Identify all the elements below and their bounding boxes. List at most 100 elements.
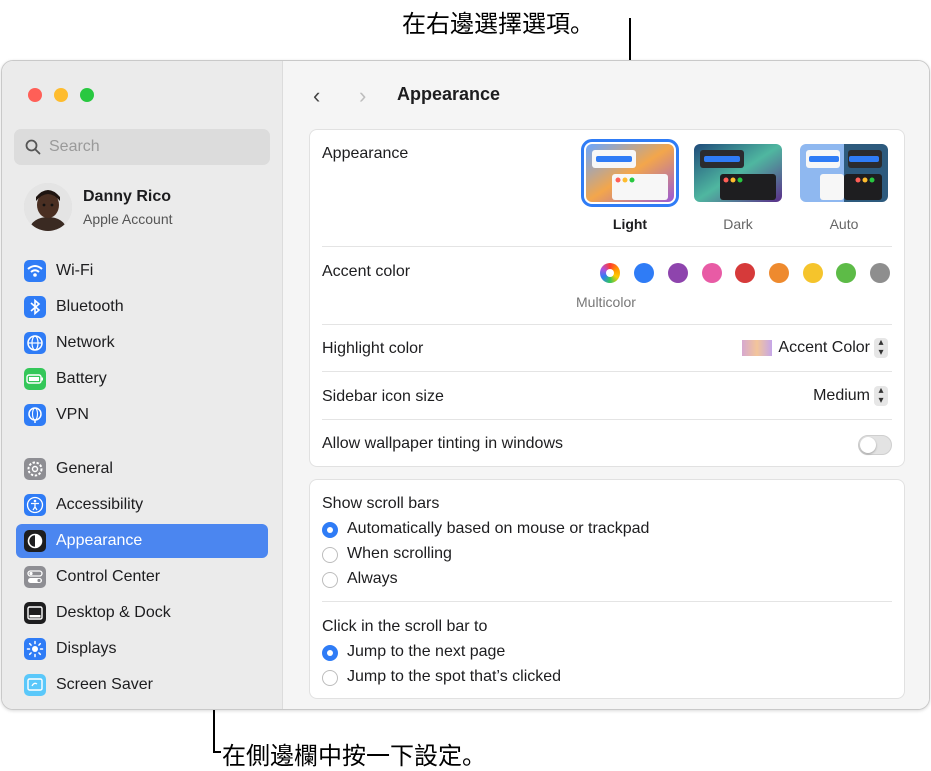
- callout-bottom: 在側邊欄中按一下設定。: [222, 742, 486, 770]
- sidebar-item-vpn[interactable]: VPN: [16, 398, 268, 432]
- wifi-icon: [24, 260, 46, 282]
- sidebar-item-label: Displays: [56, 640, 117, 657]
- divider: [322, 419, 892, 420]
- dark-label: Dark: [723, 216, 753, 232]
- wallpaper-tinting-label: Allow wallpaper tinting in windows: [322, 435, 564, 452]
- light-label: Light: [612, 216, 648, 232]
- sidebar-item-label: Network: [56, 334, 115, 351]
- wallpaper-tinting-toggle[interactable]: [858, 435, 892, 455]
- highlight-color-popup[interactable]: Accent Color ▴ ▾: [742, 338, 888, 358]
- sidebar-item-wifi[interactable]: Wi-Fi: [16, 254, 268, 288]
- accent-color-label: Accent color: [322, 263, 411, 280]
- sidebar-item-label: Wi-Fi: [56, 262, 94, 279]
- appearance-card: Appearance Light Dark Auto Accent color …: [309, 129, 905, 467]
- radio-spot-clicked-label[interactable]: Jump to the spot that’s clicked: [347, 668, 561, 686]
- light-mode-thumbnail[interactable]: [581, 139, 679, 207]
- sidebar-item-appearance[interactable]: Appearance: [16, 524, 268, 558]
- radio-when-scrolling[interactable]: [322, 547, 338, 563]
- radio-next-page-label[interactable]: Jump to the next page: [347, 643, 505, 661]
- accent-red-swatch[interactable]: [735, 263, 755, 283]
- highlight-value: Accent Color: [778, 339, 870, 357]
- screen-saver-icon: [24, 674, 46, 696]
- radio-always-label[interactable]: Always: [347, 570, 398, 588]
- stepper-icon: ▴ ▾: [874, 338, 888, 358]
- radio-automatic-label[interactable]: Automatically based on mouse or trackpad: [347, 520, 649, 538]
- sidebar-item-control-center[interactable]: Control Center: [16, 560, 268, 594]
- divider: [322, 601, 892, 602]
- divider: [322, 371, 892, 372]
- highlight-color-label: Highlight color: [322, 340, 424, 357]
- main-pane: ‹ › Appearance Appearance Light Dark Aut…: [283, 61, 929, 709]
- accent-yellow-swatch[interactable]: [803, 263, 823, 283]
- accent-graphite-swatch[interactable]: [870, 263, 890, 283]
- sidebar-item-label: Appearance: [56, 532, 143, 549]
- forward-chevron-icon[interactable]: ›: [359, 83, 366, 109]
- settings-window: Search Danny Rico Apple Account Wi-Fi Bl…: [1, 60, 930, 710]
- callout-bottom-tick: [213, 751, 221, 753]
- accent-selected-label: Multicolor: [576, 294, 636, 310]
- search-field[interactable]: Search: [14, 129, 270, 165]
- radio-always[interactable]: [322, 572, 338, 588]
- dock-icon: [24, 602, 46, 624]
- sidebar: Search Danny Rico Apple Account Wi-Fi Bl…: [2, 61, 283, 709]
- back-chevron-icon[interactable]: ‹: [313, 83, 320, 109]
- sidebar-item-label: Accessibility: [56, 496, 144, 513]
- accent-green-swatch[interactable]: [836, 263, 856, 283]
- appearance-icon: [24, 530, 46, 552]
- sidebar-item-label: Battery: [56, 370, 107, 387]
- sidebar-item-general[interactable]: General: [16, 452, 268, 486]
- sidebar-item-label: VPN: [56, 406, 89, 423]
- account-subtitle: Apple Account: [83, 211, 173, 227]
- divider: [322, 324, 892, 325]
- gear-icon: [24, 458, 46, 480]
- radio-next-page[interactable]: [322, 645, 338, 661]
- accent-orange-swatch[interactable]: [769, 263, 789, 283]
- avatar[interactable]: [24, 183, 72, 231]
- sidebar-icon-size-popup[interactable]: Medium ▴ ▾: [813, 386, 888, 406]
- toggle-knob: [860, 437, 876, 453]
- auto-mode-thumbnail[interactable]: [800, 144, 888, 202]
- radio-automatic[interactable]: [322, 522, 338, 538]
- sidebar-item-screen-saver[interactable]: Screen Saver: [16, 668, 268, 702]
- globe-icon: [24, 332, 46, 354]
- account-name[interactable]: Danny Rico: [83, 188, 171, 206]
- accent-pink-swatch[interactable]: [702, 263, 722, 283]
- accent-purple-swatch[interactable]: [668, 263, 688, 283]
- dark-mode-thumbnail[interactable]: [694, 144, 782, 202]
- stepper-icon: ▴ ▾: [874, 386, 888, 406]
- minimize-button[interactable]: [54, 88, 68, 102]
- accent-multicolor-swatch[interactable]: [600, 263, 620, 283]
- scroll-bars-card: Show scroll bars Automatically based on …: [309, 479, 905, 699]
- divider: [322, 246, 892, 247]
- control-center-icon: [24, 566, 46, 588]
- sidebar-item-network[interactable]: Network: [16, 326, 268, 360]
- appearance-label: Appearance: [322, 145, 409, 162]
- sidebar-item-battery[interactable]: Battery: [16, 362, 268, 396]
- click-scroll-bar-label: Click in the scroll bar to: [322, 618, 488, 635]
- close-button[interactable]: [28, 88, 42, 102]
- search-placeholder: Search: [49, 138, 100, 155]
- sidebar-item-label: Desktop & Dock: [56, 604, 171, 621]
- bluetooth-icon: [24, 296, 46, 318]
- sidebar-item-label: Bluetooth: [56, 298, 124, 315]
- radio-spot-clicked[interactable]: [322, 670, 338, 686]
- sidebar-item-label: Control Center: [56, 568, 161, 585]
- zoom-button[interactable]: [80, 88, 94, 102]
- sidebar-item-label: General: [56, 460, 113, 477]
- show-scroll-bars-label: Show scroll bars: [322, 495, 440, 512]
- sidebar-icon-size-label: Sidebar icon size: [322, 388, 444, 405]
- auto-label: Auto: [829, 216, 859, 232]
- page-title: Appearance: [397, 84, 501, 104]
- callout-top: 在右邊選擇選項。: [402, 10, 594, 38]
- accessibility-icon: [24, 494, 46, 516]
- sidebar-item-desktop-dock[interactable]: Desktop & Dock: [16, 596, 268, 630]
- highlight-swatch: [742, 340, 773, 356]
- sidebar-item-accessibility[interactable]: Accessibility: [16, 488, 268, 522]
- sun-icon: [24, 638, 46, 660]
- radio-when-scrolling-label[interactable]: When scrolling: [347, 545, 452, 563]
- accent-blue-swatch[interactable]: [634, 263, 654, 283]
- search-icon: [25, 139, 41, 155]
- sidebar-item-bluetooth[interactable]: Bluetooth: [16, 290, 268, 324]
- battery-icon: [24, 368, 46, 390]
- sidebar-item-displays[interactable]: Displays: [16, 632, 268, 666]
